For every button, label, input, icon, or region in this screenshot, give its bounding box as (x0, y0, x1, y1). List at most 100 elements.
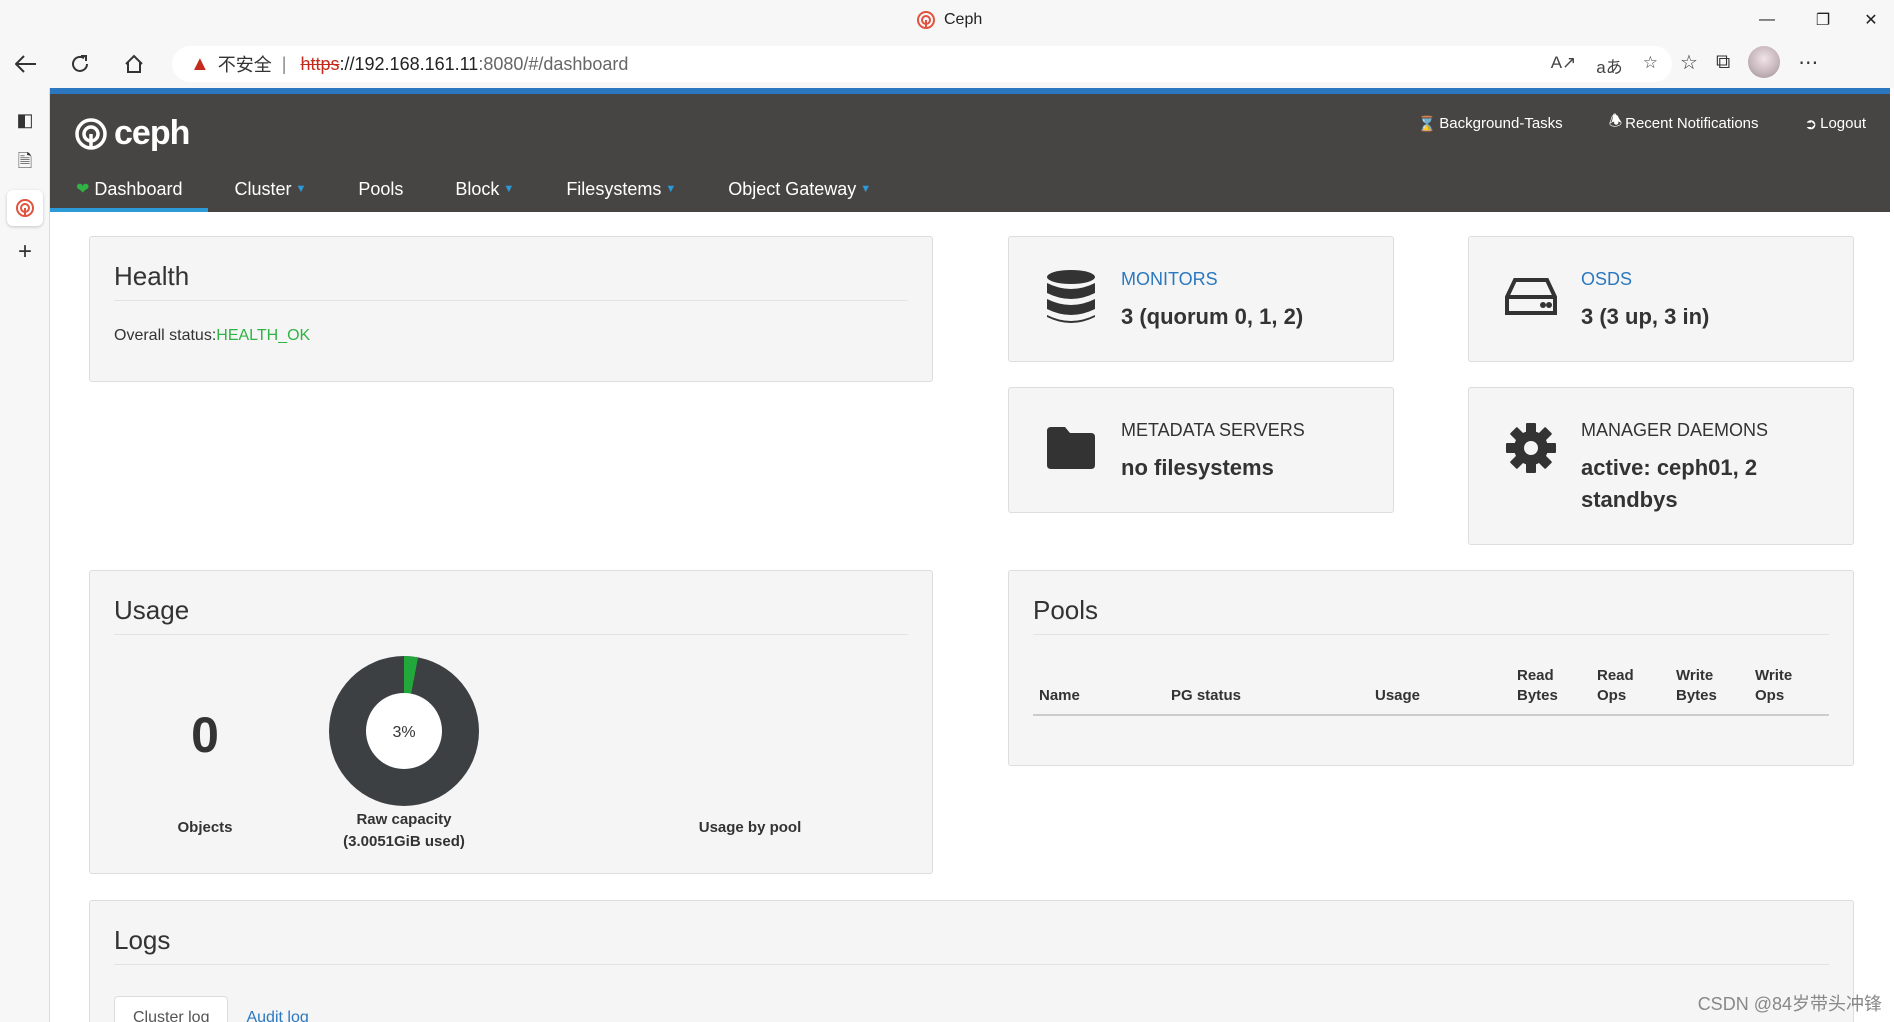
heartbeat-icon: ❤ (76, 181, 90, 198)
caret-down-icon: ▼ (295, 183, 307, 195)
menu-cluster[interactable]: Cluster ▼ (208, 166, 332, 212)
main-menu: ❤ Dashboard Cluster ▼ Pools Block ▼ Filesy… (50, 166, 897, 212)
menu-dashboard[interactable]: ❤ Dashboard (50, 166, 209, 212)
osds-panel: OSDS 3 (3 up, 3 in) (1468, 236, 1854, 362)
objects-label: Objects (177, 819, 233, 836)
health-title: Health (114, 261, 908, 301)
close-icon[interactable]: ✕ (1848, 6, 1894, 34)
favorites-icon[interactable]: ☆ (1680, 50, 1698, 75)
log-tabs: Cluster log Audit log (114, 989, 327, 1022)
restore-icon[interactable]: ❐ (1800, 6, 1846, 34)
page-icon[interactable]: 🗎 (7, 146, 43, 182)
tab-title-text: Ceph (944, 11, 983, 28)
notifications-label: Recent Notifications (1625, 115, 1759, 132)
col-write-bytes[interactable]: Write Bytes (1676, 666, 1717, 706)
menu-pools-label: Pools (358, 178, 404, 199)
col-write-ops[interactable]: Write Ops (1755, 666, 1792, 706)
col-usage[interactable]: Usage (1375, 686, 1420, 706)
mgr-value-line2: standbys (1581, 487, 1678, 512)
browser-tab[interactable]: Ceph (916, 10, 982, 30)
menu-block[interactable]: Block ▼ (429, 166, 540, 212)
usage-panel: Usage 0 Objects 3% Raw capacity (3.0051G… (89, 570, 933, 874)
col-pg-status[interactable]: PG status (1171, 686, 1241, 706)
ceph-sidebar-icon[interactable] (7, 190, 43, 226)
navbar: ceph ⌛ Background-Tasks 🕭 Recent Notific… (50, 94, 1890, 212)
health-panel: Health Overall status:HEALTH_OK (89, 236, 933, 382)
menu-object-gateway[interactable]: Object Gateway ▼ (702, 166, 897, 212)
logo-text: ceph (114, 114, 190, 152)
raw-capacity-label: Raw capacity (3.0051GiB used) (324, 809, 484, 853)
background-tasks-link[interactable]: ⌛ Background-Tasks (1418, 111, 1563, 136)
more-menu-icon[interactable]: ⋯ (1798, 50, 1818, 75)
mgr-value: active: ceph01, 2 standbys (1581, 452, 1757, 516)
warning-icon[interactable]: ▲ (190, 53, 210, 76)
url-host: ://192.168.161.11 (339, 53, 479, 74)
tab-actions-icon[interactable]: ◧ (7, 102, 43, 138)
menu-pools[interactable]: Pools (332, 166, 429, 212)
mgr-label: MANAGER DAEMONS (1581, 420, 1769, 440)
overall-status-label: Overall status: (114, 327, 217, 344)
logout-label: Logout (1820, 115, 1866, 132)
add-icon[interactable]: + (7, 234, 43, 270)
mds-label: METADATA SERVERS (1121, 420, 1305, 440)
raw-capacity-donut: 3% (329, 656, 479, 806)
overall-status-value: HEALTH_OK (216, 327, 311, 344)
col-write-ops-line2: Ops (1755, 687, 1785, 704)
pools-panel: Pools Name PG status Usage Read Bytes Rea… (1008, 570, 1854, 766)
address-bar[interactable]: ▲ 不安全 | https ://192.168.161.11 :8080/#/… (172, 46, 1672, 82)
notifications-link[interactable]: 🕭 Recent Notifications (1609, 111, 1759, 136)
logout-link[interactable]: ➲ Logout (1805, 111, 1866, 136)
pools-title: Pools (1033, 595, 1829, 635)
browser-titlebar: Ceph — ❐ ✕ (0, 0, 1894, 40)
menu-cluster-label: Cluster (234, 178, 292, 199)
home-icon[interactable] (116, 48, 152, 80)
database-icon (1043, 267, 1099, 327)
col-write-ops-line1: Write (1755, 667, 1793, 684)
bell-icon: 🕭 (1608, 113, 1623, 130)
menu-filesystems[interactable]: Filesystems ▼ (540, 166, 702, 212)
menu-block-label: Block (455, 178, 500, 199)
donut-percent: 3% (392, 724, 415, 741)
usage-by-pool-label: Usage by pool (698, 819, 802, 836)
osds-link[interactable]: OSDS (1581, 269, 1632, 290)
col-write-bytes-line2: Bytes (1676, 687, 1717, 704)
col-read-bytes[interactable]: Read Bytes (1517, 666, 1558, 706)
logs-panel: Logs Cluster log Audit log (89, 900, 1854, 1022)
col-write-bytes-line1: Write (1676, 667, 1714, 684)
col-read-ops[interactable]: Read Ops (1597, 666, 1634, 706)
tab-audit-log[interactable]: Audit log (228, 997, 326, 1022)
browser-sidebar: ◧ 🗎 + (0, 88, 50, 1022)
tab-cluster-log[interactable]: Cluster log (114, 996, 229, 1022)
monitors-link[interactable]: MONITORS (1121, 269, 1218, 290)
menu-filesystems-label: Filesystems (566, 178, 662, 199)
mgr-value-line1: active: ceph01, 2 (1581, 455, 1758, 480)
col-read-ops-line1: Read (1597, 667, 1634, 684)
collections-icon[interactable]: ⧉ (1716, 51, 1730, 74)
gear-icon (1503, 418, 1559, 478)
monitors-value: 3 (quorum 0, 1, 2) (1121, 304, 1304, 329)
raw-capacity-line1: Raw capacity (356, 811, 452, 828)
minimize-icon[interactable]: — (1744, 6, 1790, 34)
profile-avatar[interactable] (1748, 46, 1781, 78)
background-tasks-label: Background-Tasks (1439, 115, 1563, 132)
pools-table-header: Name PG status Usage Read Bytes Read Ops W… (1033, 666, 1829, 716)
manager-daemons-panel: MANAGER DAEMONS active: ceph01, 2 standb… (1468, 387, 1854, 545)
menu-object-gateway-label: Object Gateway (728, 178, 857, 199)
metadata-servers-panel: METADATA SERVERS no filesystems (1008, 387, 1394, 513)
hard-drive-icon (1503, 267, 1559, 327)
read-aloud-icon[interactable]: A↗ (1551, 53, 1577, 78)
url-scheme: https (300, 53, 340, 74)
translate-icon[interactable]: aあ (1596, 53, 1622, 78)
col-read-bytes-line2: Bytes (1517, 687, 1558, 704)
ceph-logo[interactable]: ceph (74, 114, 190, 153)
menu-dashboard-label: Dashboard (94, 178, 183, 199)
back-icon[interactable] (8, 48, 44, 80)
col-name[interactable]: Name (1039, 686, 1080, 706)
url-separator: | (281, 53, 287, 74)
add-favorite-icon[interactable]: ☆ (1643, 53, 1658, 78)
raw-capacity-line2: (3.0051GiB used) (343, 833, 465, 850)
logs-title: Logs (114, 925, 1829, 965)
refresh-icon[interactable] (62, 48, 98, 80)
security-label[interactable]: 不安全 (218, 51, 272, 77)
usage-title: Usage (114, 595, 908, 635)
